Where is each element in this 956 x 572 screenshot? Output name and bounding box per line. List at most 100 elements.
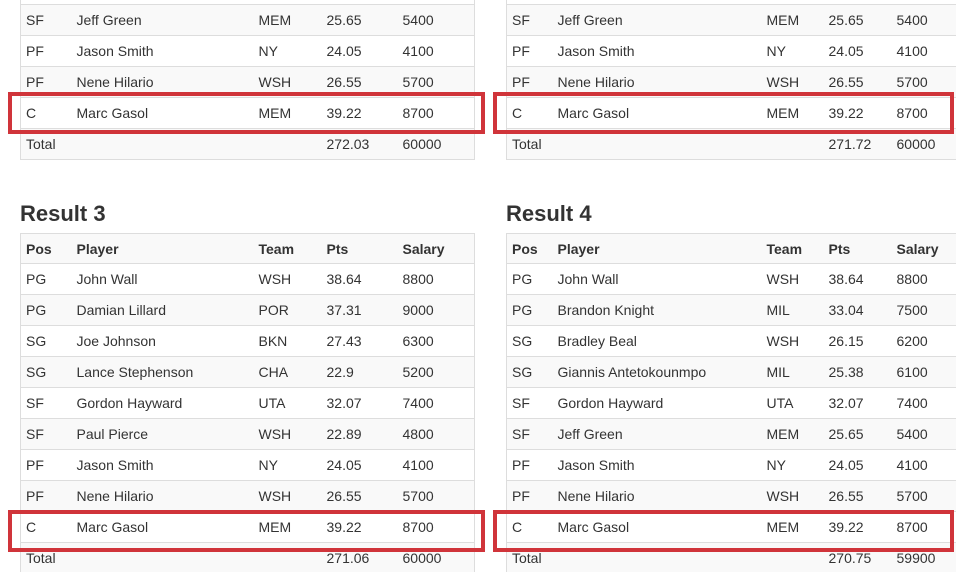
pts-cell: 24.05 — [823, 449, 892, 481]
table-row: C Marc Gasol MEM 39.22 8700 — [506, 97, 956, 129]
pos-cell: PG — [506, 294, 553, 326]
pts-cell: 26.55 — [321, 480, 398, 512]
column-header-team: Team — [253, 233, 322, 264]
team-cell: CHA — [253, 356, 322, 388]
salary-cell: 4100 — [397, 449, 475, 481]
pts-cell: 27.43 — [321, 325, 398, 357]
pos-cell: PF — [20, 35, 72, 67]
column-header-salary: Salary — [397, 233, 475, 264]
salary-cell: 6100 — [891, 356, 956, 388]
table-row: PF Jason Smith NY 24.05 4100 — [20, 35, 475, 67]
result-4-title: Result 4 — [506, 201, 592, 226]
team-cell: UTA — [253, 387, 322, 419]
player-cell: Jason Smith — [552, 449, 762, 481]
player-cell: Nene Hilario — [552, 66, 762, 98]
total-label: Total — [20, 542, 72, 572]
column-header-pts: Pts — [823, 233, 892, 264]
pts-cell: 25.65 — [823, 4, 892, 36]
player-cell: Nene Hilario — [552, 480, 762, 512]
salary-cell: 4100 — [397, 35, 475, 67]
total-label: Total — [506, 542, 553, 572]
player-cell: Joe Johnson — [71, 325, 254, 357]
pos-cell: PF — [506, 480, 553, 512]
salary-cell: 5700 — [891, 66, 956, 98]
pts-cell: 24.05 — [321, 35, 398, 67]
column-header-salary: Salary — [891, 233, 956, 264]
salary-cell: 5700 — [397, 66, 475, 98]
pts-cell: 26.55 — [321, 66, 398, 98]
salary-cell: 5400 — [891, 4, 956, 36]
player-cell: Jason Smith — [71, 449, 254, 481]
pts-cell: 25.65 — [321, 4, 398, 36]
result-2-table: SF Jeff Green MEM 25.65 5400 PF Jason Smith NY… — [506, 0, 956, 160]
pos-cell: SG — [506, 356, 553, 388]
pts-cell: 38.64 — [823, 263, 892, 295]
total-row: Total 270.75 59900 — [506, 542, 956, 572]
pts-cell: 39.22 — [321, 511, 398, 543]
result-1-table: SF Jeff Green MEM 25.65 5400 PF Jason Smith NY… — [20, 0, 475, 160]
total-row: Total 272.03 60000 — [20, 128, 475, 160]
table-row: PF Jason Smith NY 24.05 4100 — [506, 35, 956, 67]
salary-cell: 6200 — [891, 325, 956, 357]
total-salary: 60000 — [397, 542, 475, 572]
team-cell: MIL — [761, 294, 824, 326]
player-cell: Jeff Green — [552, 418, 762, 450]
total-pts: 271.06 — [321, 542, 398, 572]
player-cell: Nene Hilario — [71, 480, 254, 512]
pos-cell: PG — [20, 294, 72, 326]
column-header-player: Player — [71, 233, 254, 264]
table-row: PF Nene Hilario WSH 26.55 5700 — [20, 480, 475, 512]
team-cell: WSH — [253, 480, 322, 512]
team-cell: WSH — [761, 66, 824, 98]
team-cell: MEM — [761, 4, 824, 36]
pos-cell: PG — [506, 263, 553, 295]
player-cell: Bradley Beal — [552, 325, 762, 357]
table-header-row: Pos Player Team Pts Salary — [506, 233, 956, 264]
result-2-panel: SF Jeff Green MEM 25.65 5400 PF Jason Smith NY… — [506, 0, 956, 160]
salary-cell: 7400 — [397, 387, 475, 419]
result-3-title: Result 3 — [20, 201, 106, 226]
pos-cell: PF — [506, 66, 553, 98]
table-row: PF Jason Smith NY 24.05 4100 — [506, 449, 956, 481]
player-cell: Gordon Hayward — [552, 387, 762, 419]
team-cell: MIL — [761, 356, 824, 388]
team-cell: WSH — [761, 325, 824, 357]
table-row: SG Lance Stephenson CHA 22.9 5200 — [20, 356, 475, 388]
player-cell: Lance Stephenson — [71, 356, 254, 388]
pos-cell: SF — [20, 4, 72, 36]
player-cell: John Wall — [71, 263, 254, 295]
pos-cell: SF — [506, 418, 553, 450]
table-row: PG Brandon Knight MIL 33.04 7500 — [506, 294, 956, 326]
pts-cell: 39.22 — [823, 97, 892, 129]
total-pts: 272.03 — [321, 128, 398, 160]
pts-cell: 33.04 — [823, 294, 892, 326]
column-header-pos: Pos — [506, 233, 553, 264]
salary-cell: 9000 — [397, 294, 475, 326]
salary-cell: 5700 — [891, 480, 956, 512]
pos-cell: PF — [20, 449, 72, 481]
table-header-row: Pos Player Team Pts Salary — [20, 233, 475, 264]
pts-cell: 39.22 — [321, 97, 398, 129]
pts-cell: 26.55 — [823, 66, 892, 98]
salary-cell: 4100 — [891, 449, 956, 481]
column-header-pos: Pos — [20, 233, 72, 264]
team-cell: WSH — [253, 263, 322, 295]
table-row: SF Jeff Green MEM 25.65 5400 — [20, 4, 475, 36]
table-row: C Marc Gasol MEM 39.22 8700 — [506, 511, 956, 543]
pos-cell: PF — [506, 449, 553, 481]
pos-cell: C — [20, 97, 72, 129]
table-row: PG John Wall WSH 38.64 8800 — [20, 263, 475, 295]
result-3-panel: Result 3 Pos Player Team Pts Salary PG Jo… — [20, 198, 475, 572]
result-3-table: Pos Player Team Pts Salary PG John Wall WS… — [20, 233, 475, 572]
salary-cell: 8700 — [891, 97, 956, 129]
total-row: Total 271.72 60000 — [506, 128, 956, 160]
team-cell: UTA — [761, 387, 824, 419]
salary-cell: 7500 — [891, 294, 956, 326]
column-header-pts: Pts — [321, 233, 398, 264]
pts-cell: 39.22 — [823, 511, 892, 543]
pos-cell: C — [20, 511, 72, 543]
pts-cell: 32.07 — [321, 387, 398, 419]
pts-cell: 24.05 — [321, 449, 398, 481]
player-cell: Gordon Hayward — [71, 387, 254, 419]
pos-cell: SF — [506, 387, 553, 419]
